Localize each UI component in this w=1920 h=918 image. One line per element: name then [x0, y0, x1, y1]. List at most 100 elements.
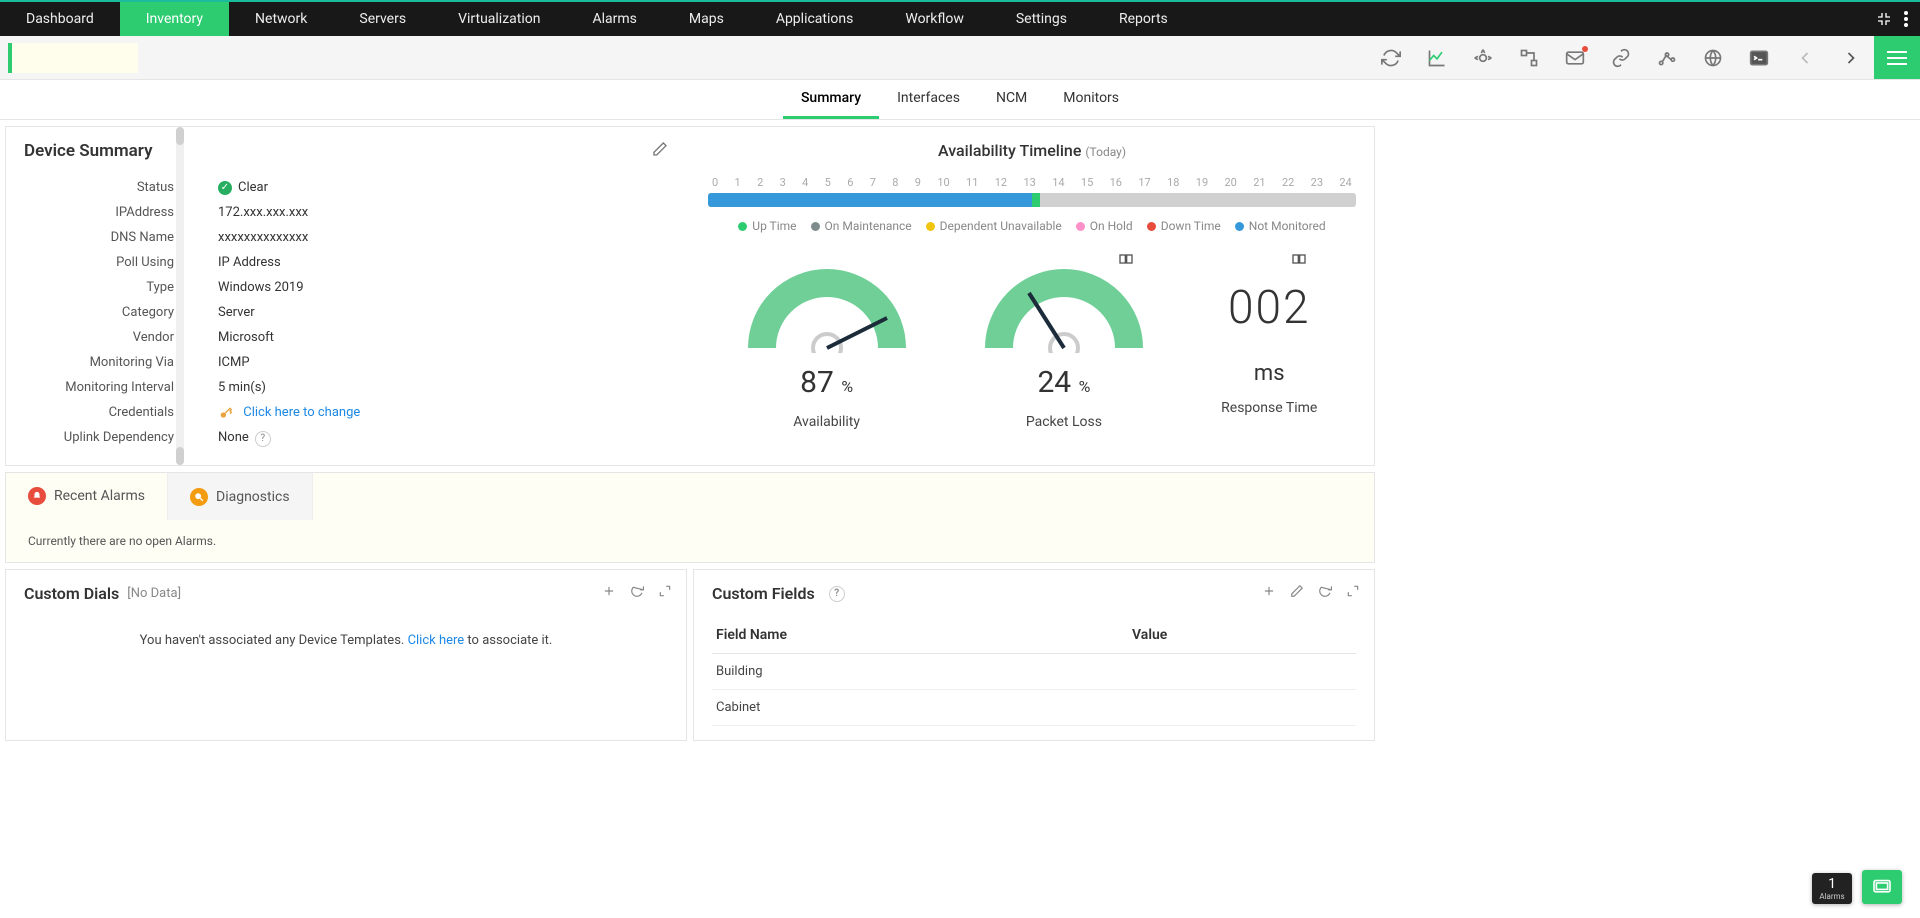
legend-maintenance: On Maintenance: [811, 219, 912, 233]
timeline-hour: 13: [1023, 176, 1035, 189]
timeline-segment-maintenance: [1032, 193, 1040, 207]
custom-dials-panel: Custom Dials [No Data] You haven't assoc…: [5, 569, 687, 741]
topology-icon[interactable]: [1506, 36, 1552, 79]
label-status: Status: [24, 175, 174, 200]
label-type: Type: [24, 275, 174, 300]
value-uplinkdep: None?: [218, 425, 360, 450]
gauge-packetloss-label: Packet Loss: [984, 414, 1144, 430]
nav-servers[interactable]: Servers: [333, 2, 432, 36]
floating-screen-button[interactable]: [1862, 870, 1902, 904]
link-icon[interactable]: [1598, 36, 1644, 79]
diagnostics-icon: [190, 488, 208, 506]
nav-reports[interactable]: Reports: [1093, 2, 1194, 36]
refresh-panel-icon[interactable]: [630, 584, 644, 598]
terminal-icon[interactable]: [1736, 36, 1782, 79]
timeline-hour: 14: [1052, 176, 1064, 189]
next-icon[interactable]: [1828, 36, 1874, 79]
timeline-hour: 6: [847, 176, 853, 189]
nav-settings[interactable]: Settings: [990, 2, 1093, 36]
tab-diagnostics[interactable]: Diagnostics: [168, 473, 313, 520]
legend-notmonitored: Not Monitored: [1235, 219, 1326, 233]
compress-icon[interactable]: [1870, 11, 1898, 27]
value-ipaddress: 172.xxx.xxx.xxx: [218, 200, 360, 225]
value-type: Windows 2019: [218, 275, 360, 300]
cf-header-name: Field Name: [712, 617, 1128, 654]
timeline-hour: 4: [802, 176, 808, 189]
expand-icon[interactable]: [658, 584, 672, 598]
nav-dashboard[interactable]: Dashboard: [0, 2, 120, 36]
credentials-link[interactable]: Click here to change: [243, 405, 360, 420]
associate-link[interactable]: Click here: [408, 633, 465, 648]
expand-icon[interactable]: [1346, 584, 1360, 598]
timeline-hour: 7: [870, 176, 876, 189]
label-ipaddress: IPAddress: [24, 200, 174, 225]
gauge-availability-value: 87 %: [747, 365, 907, 400]
help-icon[interactable]: ?: [255, 431, 271, 447]
nav-maps[interactable]: Maps: [663, 2, 750, 36]
refresh-panel-icon[interactable]: [1318, 584, 1332, 598]
custom-fields-table: Field Name Value BuildingCabinet: [712, 617, 1356, 726]
responsetime-compare-icon[interactable]: [1291, 251, 1307, 271]
timeline-hour: 5: [825, 176, 831, 189]
chart-icon[interactable]: [1414, 36, 1460, 79]
summary-row: Device Summary Status IPAddress DNS Name…: [5, 126, 1375, 466]
availability-panel: Availability Timeline (Today) 0123456789…: [690, 127, 1374, 465]
timeline-hour: 22: [1282, 176, 1294, 189]
floating-actions: 1 Alarms: [1812, 870, 1902, 904]
custom-fields-panel: Custom Fields ? Field Name Value Buildin…: [693, 569, 1375, 741]
device-summary-title: Device Summary: [24, 141, 672, 161]
nav-inventory[interactable]: Inventory: [120, 2, 229, 36]
toolbar: [0, 36, 1920, 80]
more-menu-icon[interactable]: [1898, 11, 1914, 27]
packetloss-compare-icon[interactable]: [1118, 251, 1134, 271]
label-monitoringinterval: Monitoring Interval: [24, 375, 174, 400]
tab-interfaces[interactable]: Interfaces: [879, 80, 978, 119]
add-icon[interactable]: [1262, 584, 1276, 598]
nav-workflow[interactable]: Workflow: [879, 2, 990, 36]
refresh-icon[interactable]: [1368, 36, 1414, 79]
device-tabs: Summary Interfaces NCM Monitors: [0, 80, 1920, 120]
globe-icon[interactable]: [1690, 36, 1736, 79]
gauge-packetloss: 24 % Packet Loss: [984, 263, 1144, 430]
value-category: Server: [218, 300, 360, 325]
edit-icon[interactable]: [652, 141, 668, 161]
mail-icon[interactable]: [1552, 36, 1598, 79]
nav-alarms[interactable]: Alarms: [566, 2, 662, 36]
edit-icon[interactable]: [1290, 584, 1304, 598]
tab-ncm[interactable]: NCM: [978, 80, 1045, 119]
timeline-hour: 20: [1225, 176, 1237, 189]
label-pollusing: Poll Using: [24, 250, 174, 275]
help-icon[interactable]: ?: [829, 586, 845, 602]
tab-monitors[interactable]: Monitors: [1045, 80, 1137, 119]
top-navigation: Dashboard Inventory Network Servers Virt…: [0, 0, 1920, 36]
timeline-hour: 18: [1167, 176, 1179, 189]
hamburger-menu[interactable]: [1874, 36, 1920, 79]
timeline-hour: 21: [1253, 176, 1265, 189]
gauge-availability-label: Availability: [747, 414, 907, 430]
graph-icon[interactable]: [1644, 36, 1690, 79]
prev-icon[interactable]: [1782, 36, 1828, 79]
label-category: Category: [24, 300, 174, 325]
legend-uptime: Up Time: [738, 219, 796, 233]
alarm-count-badge[interactable]: 1 Alarms: [1812, 873, 1852, 904]
timeline-hour: 10: [937, 176, 949, 189]
nav-virtualization[interactable]: Virtualization: [432, 2, 566, 36]
timeline-hour: 12: [995, 176, 1007, 189]
legend-dependent: Dependent Unavailable: [926, 219, 1062, 233]
alert-icon[interactable]: [1460, 36, 1506, 79]
gauge-responsetime-label: Response Time: [1221, 400, 1317, 416]
tab-recent-alarms[interactable]: Recent Alarms: [6, 473, 168, 520]
timeline-hour: 2: [757, 176, 763, 189]
device-summary-panel: Device Summary Status IPAddress DNS Name…: [6, 127, 690, 465]
table-row: Cabinet: [712, 690, 1356, 726]
nav-network[interactable]: Network: [229, 2, 333, 36]
timeline-hour: 11: [966, 176, 978, 189]
tab-summary[interactable]: Summary: [783, 80, 879, 119]
timeline-hour: 17: [1138, 176, 1150, 189]
add-icon[interactable]: [602, 584, 616, 598]
alarms-empty-text: Currently there are no open Alarms.: [6, 520, 1374, 562]
gauge-responsetime-unit: ms: [1221, 361, 1317, 386]
alarms-panel: Recent Alarms Diagnostics Currently ther…: [5, 472, 1375, 563]
nav-applications[interactable]: Applications: [750, 2, 880, 36]
timeline-hour: 3: [780, 176, 786, 189]
